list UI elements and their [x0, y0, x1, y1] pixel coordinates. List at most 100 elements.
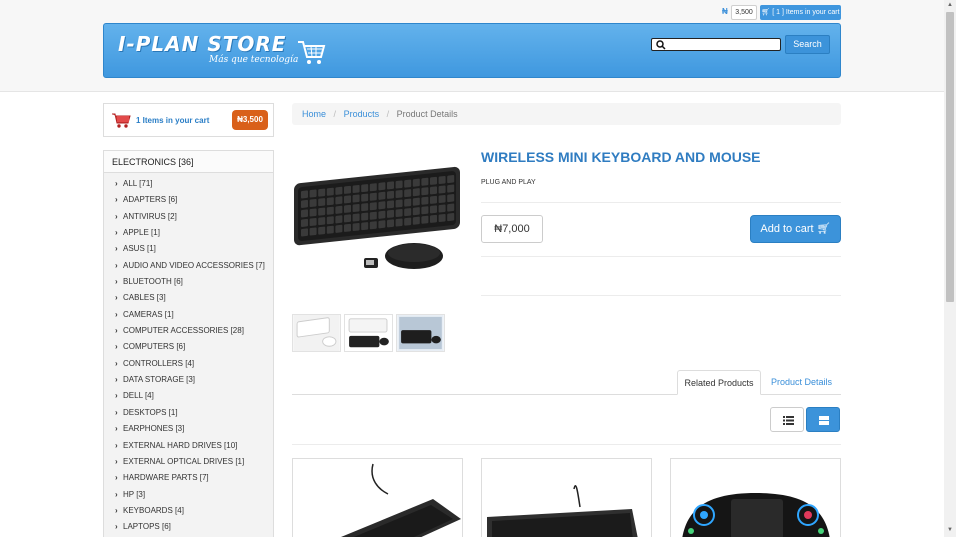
scroll-down-arrow-icon[interactable]: ▼: [944, 527, 956, 533]
tab-related-products[interactable]: Related Products: [677, 370, 761, 395]
category-label: HARDWARE PARTS [7]: [123, 473, 209, 483]
grid-view-button[interactable]: [806, 407, 840, 432]
category-item[interactable]: › ADAPTERS [6]: [104, 192, 273, 208]
keyboard-key: [318, 226, 326, 235]
breadcrumb-products[interactable]: Products: [344, 109, 380, 119]
keyboard-key: [369, 192, 377, 201]
category-item[interactable]: › DESKTOPS [1]: [104, 405, 273, 421]
keyboard-key: [352, 184, 360, 194]
breadcrumb: Home / Products / Product Details: [292, 103, 841, 125]
keyboard-key: [318, 207, 326, 216]
category-item[interactable]: › CONTROLLERS [4]: [104, 356, 273, 372]
category-item[interactable]: › LAPTOPS [6]: [104, 519, 273, 535]
chevron-right-icon: ›: [115, 375, 118, 385]
category-label: ANTIVIRUS [2]: [123, 211, 177, 221]
keyboard-key: [301, 190, 308, 199]
keyboard-key: [421, 187, 429, 196]
chevron-right-icon: ›: [115, 522, 118, 532]
keyboard-key: [369, 202, 377, 211]
search-button[interactable]: Search: [785, 35, 830, 54]
keyboard-key: [438, 185, 446, 194]
cart-summary[interactable]: 1 Items in your cart ₦3,500: [103, 103, 274, 137]
scrollbar-thumb[interactable]: [946, 12, 954, 302]
category-item[interactable]: › EXTERNAL OPTICAL DRIVES [1]: [104, 454, 273, 470]
breadcrumb-home[interactable]: Home: [302, 109, 326, 119]
store-header-banner: I-PLAN STORE Más que tecnología Search: [103, 23, 841, 78]
keyboard-key: [387, 190, 394, 199]
category-item[interactable]: › EXTERNAL HARD DRIVES [10]: [104, 438, 273, 454]
keyboard-key: [421, 196, 429, 205]
keyboard-key: [447, 194, 455, 203]
related-product-card[interactable]: [481, 458, 652, 537]
store-logo[interactable]: I-PLAN STORE: [118, 32, 286, 56]
keyboard-key: [412, 178, 420, 187]
keyboard-key: [361, 203, 369, 212]
tab-product-details[interactable]: Product Details: [763, 370, 840, 395]
keyboard-key: [326, 187, 334, 196]
category-label: HP [3]: [123, 489, 146, 499]
header-cart-button[interactable]: 🛒︎ [ 1 ] Items in your cart: [760, 5, 841, 20]
category-item[interactable]: › CAMERAS [1]: [104, 307, 273, 323]
currency-symbol: ₦: [722, 7, 728, 16]
scroll-up-arrow-icon[interactable]: ▲: [944, 2, 956, 8]
category-item[interactable]: › COMPUTERS [6]: [104, 339, 273, 355]
keyboard-key: [395, 199, 403, 208]
chevron-right-icon: ›: [115, 391, 118, 401]
category-item[interactable]: › AUDIO AND VIDEO ACCESSORIES [7]: [104, 258, 273, 274]
top-bar: ₦ 3,500 🛒︎ [ 1 ] Items in your cart I-PL…: [0, 0, 944, 92]
category-item[interactable]: › BLUETOOTH [6]: [104, 274, 273, 290]
category-label: DESKTOPS [1]: [123, 407, 178, 417]
category-item[interactable]: › APPLE [1]: [104, 225, 273, 241]
grid-icon: [819, 416, 829, 425]
keyboard-key: [301, 218, 308, 227]
keyboard-key: [438, 194, 446, 203]
keyboard-key: [412, 216, 420, 225]
category-item[interactable]: › ALL [71]: [104, 176, 273, 192]
cart-icon: 🛒︎: [761, 9, 771, 16]
category-panel: ELECTRONICS [36] › ALL [71] › ADAPTERS [6] ›…: [103, 150, 274, 537]
product-thumbnail-1[interactable]: [292, 314, 341, 352]
category-item[interactable]: › ANTIVIRUS [2]: [104, 209, 273, 225]
related-product-card[interactable]: [670, 458, 841, 537]
keyboard-key: [318, 198, 326, 207]
product-thumbnail-2[interactable]: [344, 314, 393, 352]
list-view-button[interactable]: [770, 407, 804, 432]
chevron-right-icon: ›: [115, 228, 118, 238]
breadcrumb-current: Product Details: [396, 109, 458, 119]
search-input[interactable]: [651, 38, 781, 51]
keyboard-key: [361, 212, 369, 221]
keyboard-key: [395, 180, 403, 189]
category-item[interactable]: › HP [3]: [104, 487, 273, 503]
category-item[interactable]: › DELL [4]: [104, 388, 273, 404]
related-product-card[interactable]: [292, 458, 463, 537]
category-item[interactable]: › KEYBOARDS [4]: [104, 503, 273, 519]
category-item[interactable]: › COMPUTER ACCESSORIES [28]: [104, 323, 273, 339]
category-item[interactable]: › ASUS [1]: [104, 241, 273, 257]
product-main-image[interactable]: [292, 150, 462, 280]
keyboard-key: [430, 205, 437, 214]
cart-icon: 🛒︎: [816, 223, 831, 235]
search-icon: [656, 40, 666, 50]
keyboard-key: [404, 198, 412, 207]
category-label: BLUETOOTH [6]: [123, 277, 183, 287]
category-item[interactable]: › EARPHONES [3]: [104, 421, 273, 437]
category-item[interactable]: › DATA STORAGE [3]: [104, 372, 273, 388]
keyboard-key: [421, 206, 429, 215]
breadcrumb-separator: /: [333, 109, 337, 119]
product-thumbnail-3[interactable]: [396, 314, 445, 352]
chevron-right-icon: ›: [115, 440, 118, 450]
keyboard-key: [344, 223, 351, 232]
page-scrollbar[interactable]: ▲ ▼: [944, 0, 956, 537]
keyboard-key: [404, 179, 412, 188]
category-heading[interactable]: ELECTRONICS [36]: [104, 151, 273, 173]
category-label: EXTERNAL HARD DRIVES [10]: [123, 440, 238, 450]
cart-total-badge: ₦3,500: [232, 110, 268, 130]
category-item[interactable]: › HARDWARE PARTS [7]: [104, 470, 273, 486]
cart-summary-text[interactable]: 1 Items in your cart: [136, 116, 209, 125]
category-item[interactable]: › CABLES [3]: [104, 290, 273, 306]
keyboard-key: [412, 207, 420, 216]
keyboard-key: [387, 200, 394, 209]
add-to-cart-button[interactable]: Add to cart 🛒︎: [750, 215, 841, 243]
keyboard-key: [352, 194, 360, 203]
keyboard-key: [447, 175, 455, 184]
